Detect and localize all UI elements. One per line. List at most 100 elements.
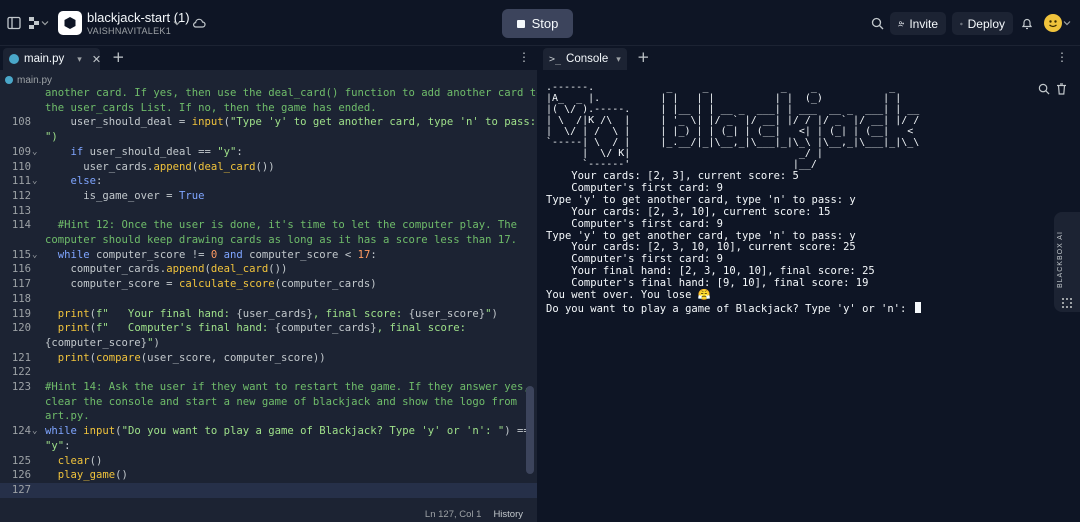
console-line-text: Computer's first card: 9 — [546, 217, 724, 230]
code-line[interactable]: 126 play_game() — [0, 468, 537, 483]
code-line[interactable]: 125 clear() — [0, 454, 537, 469]
more-options-icon[interactable]: ⋮ — [1056, 50, 1068, 64]
fold-chevron-icon[interactable]: ⌄ — [32, 248, 37, 263]
code-line[interactable]: 109 ⌄ if user_should_deal == "y": — [0, 145, 537, 160]
code-line[interactable]: 111 ⌄ else: — [0, 174, 537, 189]
code-token: print — [57, 307, 90, 320]
editor-tab-bar: main.py ▾ ✕ + ⋮ — [0, 46, 537, 70]
trash-icon[interactable] — [1056, 80, 1067, 99]
python-file-icon — [9, 54, 19, 64]
code-line[interactable]: ") — [0, 130, 537, 145]
code-line[interactable]: another card. If yes, then use the deal_… — [0, 86, 537, 101]
cloud-icon[interactable] — [190, 14, 208, 32]
code-token: f" Your final hand: — [96, 307, 237, 320]
line-number: 125 — [11, 454, 31, 467]
tab-console[interactable]: >_ Console ▾ — [543, 48, 627, 70]
repl-avatar-icon[interactable] — [58, 11, 82, 35]
fold-chevron-icon[interactable]: ⌄ — [32, 145, 37, 160]
editor-scrollbar[interactable] — [526, 386, 534, 474]
line-number: 110 — [11, 160, 31, 173]
code-line[interactable]: 113 — [0, 204, 537, 219]
close-tab-icon[interactable]: ✕ — [92, 53, 101, 66]
code-line[interactable]: 115 ⌄ while computer_score != 0 and compu… — [0, 248, 537, 263]
code-line[interactable]: 114 #Hint 12: Once the user is done, it'… — [0, 218, 537, 233]
code-line[interactable]: the user_cards List. If no, then the gam… — [0, 101, 537, 116]
code-line[interactable]: 117 computer_score = calculate_score(com… — [0, 277, 537, 292]
console-line-text: Type 'y' to get another card, type 'n' t… — [546, 193, 856, 206]
code-editor[interactable]: another card. If yes, then use the deal_… — [0, 86, 537, 506]
code-token: () — [89, 454, 103, 467]
chevron-down-icon[interactable]: ▾ — [616, 54, 621, 65]
code-text: another card. If yes, then use the deal_… — [45, 86, 537, 101]
chevron-down-icon[interactable] — [171, 14, 183, 32]
code-line[interactable]: 119 print(f" Your final hand: {user_card… — [0, 307, 537, 322]
sidebar-toggle-icon[interactable] — [5, 14, 23, 32]
code-line[interactable]: 123 #Hint 14: Ask the user if they want t… — [0, 380, 537, 395]
breadcrumb-file[interactable]: main.py — [17, 75, 52, 86]
more-options-icon[interactable]: ⋮ — [518, 50, 530, 64]
code-token: #Hint 14: Ask the user if they want to r… — [45, 381, 530, 393]
fold-chevron-icon[interactable]: ⌄ — [32, 424, 37, 439]
code-line[interactable]: 127 — [0, 482, 537, 498]
code-line[interactable]: "y": — [0, 439, 537, 454]
editor-pane: main.py ▾ ✕ + ⋮ main.py another card. If… — [0, 46, 537, 522]
code-token: : — [236, 145, 243, 158]
code-line[interactable]: 120 print(f" Computer's final hand: {com… — [0, 321, 537, 336]
code-line[interactable]: clear the console and start a new game o… — [0, 395, 537, 410]
line-number: 116 — [11, 263, 31, 276]
terminal-cursor[interactable] — [914, 301, 921, 313]
code-token: : — [96, 175, 103, 188]
code-token: #Hint 12: Once the user is done, it's ti… — [45, 219, 517, 232]
code-line[interactable]: computer should keep drawing cards as lo… — [0, 233, 537, 248]
code-line[interactable]: 118 — [0, 292, 537, 307]
code-text: print(f" Your final hand: {user_cards}, … — [45, 307, 498, 322]
code-text: computer_cards.append(deal_card()) — [45, 262, 288, 277]
new-tab-icon[interactable]: + — [112, 48, 125, 66]
chevron-down-icon[interactable] — [1062, 14, 1072, 32]
console-line-text: Computer's first card: 9 — [546, 253, 724, 266]
code-line[interactable]: 116 computer_cards.append(deal_card()) — [0, 262, 537, 277]
code-line[interactable]: {computer_score}") — [0, 336, 537, 351]
code-token: "Do you want to play a game of Blackjack… — [121, 425, 505, 438]
chevron-down-icon[interactable] — [40, 14, 50, 32]
fold-chevron-icon[interactable]: ⌄ — [32, 174, 37, 189]
line-number: 109 — [11, 145, 31, 158]
console-output[interactable]: .------. _ _ _ _ _ |A_ _ |. | | | | | | … — [546, 82, 1046, 316]
line-number: 117 — [11, 278, 31, 291]
code-line[interactable]: 110 user_cards.append(deal_card()) — [0, 160, 537, 175]
code-token: computer_cards. — [45, 263, 167, 276]
user-avatar[interactable] — [1044, 14, 1062, 32]
console-line-text: Do you want to play a game of Blackjack?… — [546, 302, 913, 315]
code-text: {computer_score}") — [45, 336, 160, 351]
code-text: while input("Do you want to play a game … — [45, 424, 530, 439]
code-token: and — [223, 248, 243, 261]
code-token: print — [57, 351, 90, 364]
editor-status-bar: Ln 127, Col 1 History — [0, 506, 537, 522]
console-line-text: Type 'y' to get another card, type 'n' t… — [546, 229, 856, 242]
deploy-label: Deploy — [967, 16, 1005, 31]
console-line-text: You went over. You lose 😤 — [546, 289, 711, 302]
new-tab-icon[interactable]: + — [637, 48, 650, 66]
code-token: user_should_deal = — [45, 116, 192, 129]
search-icon[interactable] — [868, 14, 886, 32]
history-button[interactable]: History — [493, 509, 523, 520]
code-line[interactable]: 108 user_should_deal = input("Type 'y' t… — [0, 115, 537, 130]
cursor-position[interactable]: Ln 127, Col 1 — [425, 509, 482, 520]
code-token: : — [370, 248, 377, 261]
stop-button[interactable]: Stop — [502, 9, 573, 38]
tab-main-py[interactable]: main.py ▾ ✕ — [3, 48, 101, 70]
code-line[interactable]: 122 — [0, 365, 537, 380]
code-line[interactable]: 121 print(compare(user_score, computer_s… — [0, 351, 537, 366]
deploy-button[interactable]: Deploy — [952, 12, 1013, 35]
bell-icon[interactable] — [1018, 14, 1036, 32]
code-line[interactable]: art.py. — [0, 409, 537, 424]
code-line[interactable]: 124 ⌄ while input("Do you want to play a g… — [0, 424, 537, 439]
code-token: ) — [491, 307, 498, 320]
chevron-down-icon[interactable]: ▾ — [77, 54, 82, 65]
code-line[interactable]: 112 is_game_over = True — [0, 189, 537, 204]
console-lines: Your cards: [2, 3], current score: 5 Com… — [546, 170, 1046, 316]
invite-button[interactable]: Invite — [890, 12, 946, 35]
console-line-text: Computer's final hand: [9, 10], final sc… — [546, 277, 869, 290]
